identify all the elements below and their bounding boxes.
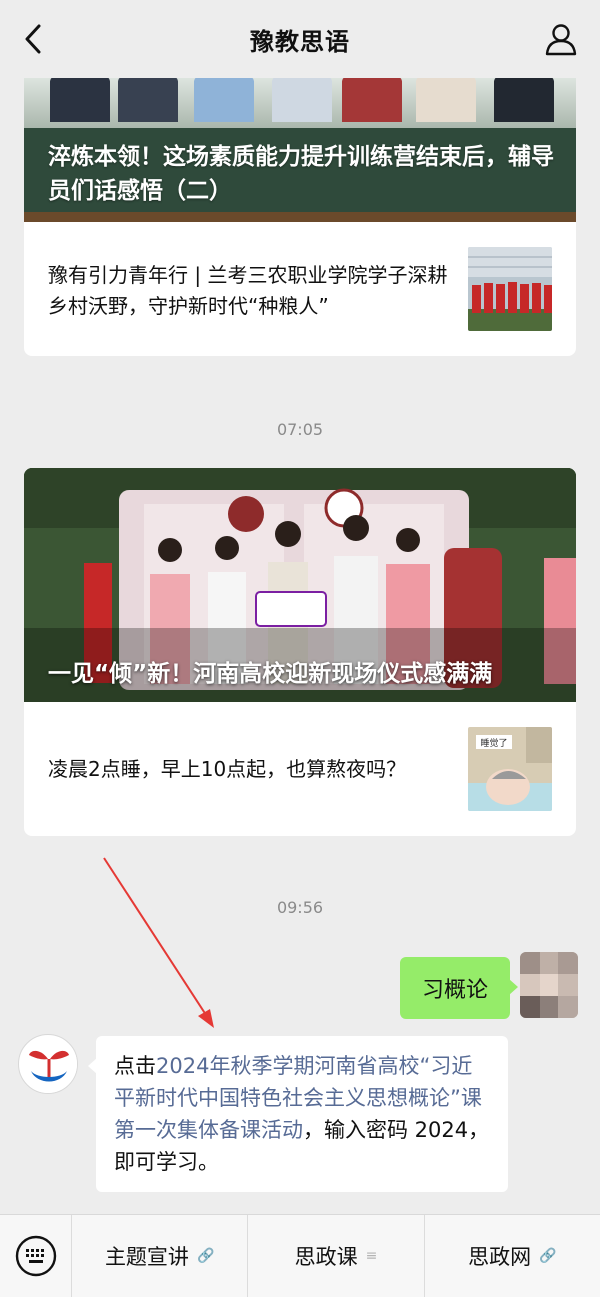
article-card[interactable]: 一见“倾”新！河南高校迎新现场仪式感满满 凌晨2点睡，早上10点起，也算熬夜吗？… [24, 468, 576, 836]
article-list-item[interactable]: 豫有引力青年行 | 兰考三农职业学院学子深耕乡村沃野，守护新时代“种粮人” [24, 222, 576, 356]
article-cover[interactable]: 淬炼本领！这场素质能力提升训练营结束后，辅导员们话感悟（二） [24, 76, 576, 222]
article-card[interactable]: 淬炼本领！这场素质能力提升训练营结束后，辅导员们话感悟（二） 豫有引力青年行 |… [24, 76, 576, 356]
cover-rim [24, 212, 576, 222]
article-thumbnail [468, 247, 552, 331]
keyboard-icon[interactable] [0, 1214, 72, 1297]
bot-message-bubble: 点击2024年秋季学期河南省高校“习近平新时代中国特色社会主义思想概论”课第一次… [88, 1036, 508, 1192]
my-message-bubble[interactable]: 习概论 [399, 957, 519, 1019]
photo-person [494, 76, 554, 122]
top-nav-bar: 豫教思语 [0, 0, 600, 78]
bottom-menu-bar: 主题宣讲 🔗 思政课 ≡ 思政网 🔗 [0, 1214, 600, 1297]
menu-item-theme-talk[interactable]: 主题宣讲 🔗 [72, 1214, 249, 1297]
article-item-title: 凌晨2点睡，早上10点起，也算熬夜吗？ [48, 757, 407, 781]
article-item-title: 豫有引力青年行 | 兰考三农职业学院学子深耕乡村沃野，守护新时代“种粮人” [48, 263, 448, 318]
sprout-logo-icon [20, 1036, 77, 1093]
avatar[interactable] [18, 1034, 78, 1094]
photo-person [194, 76, 254, 122]
menu-item-ideology-site[interactable]: 思政网 🔗 [425, 1215, 600, 1297]
timestamp: 07:05 [276, 420, 324, 439]
avatar[interactable] [520, 952, 578, 1018]
photo-person [342, 76, 402, 122]
photo-person [272, 76, 332, 122]
photo-person [50, 76, 110, 122]
photo-person [118, 76, 178, 122]
menu-lines-icon: ≡ [365, 1248, 378, 1264]
article-title: 淬炼本领！这场素质能力提升训练营结束后，辅导员们话感悟（二） [48, 144, 554, 204]
photo-person [416, 76, 476, 122]
person-icon[interactable] [544, 22, 578, 56]
article-cover[interactable]: 一见“倾”新！河南高校迎新现场仪式感满满 [24, 468, 576, 702]
bot-message-prefix: 点击 [114, 1054, 156, 1078]
page-title: 豫教思语 [250, 27, 350, 56]
my-message-text: 习概论 [421, 978, 488, 1003]
article-thumbnail: 睡觉了 [468, 727, 552, 811]
article-list-item[interactable]: 凌晨2点睡，早上10点起，也算熬夜吗？ 睡觉了 [24, 702, 576, 836]
timestamp: 09:56 [276, 898, 324, 917]
menu-item-label: 思政课 [294, 1245, 358, 1269]
chevron-left-icon[interactable] [18, 22, 48, 56]
link-icon: 🔗 [196, 1248, 215, 1264]
menu-item-ideology-course[interactable]: 思政课 ≡ [248, 1214, 425, 1297]
article-title: 一见“倾”新！河南高校迎新现场仪式感满满 [48, 661, 493, 687]
menu-item-label: 主题宣讲 [104, 1245, 189, 1269]
menu-item-label: 思政网 [468, 1245, 532, 1269]
thumb-caption: 睡觉了 [480, 737, 507, 749]
link-icon: 🔗 [539, 1248, 557, 1264]
